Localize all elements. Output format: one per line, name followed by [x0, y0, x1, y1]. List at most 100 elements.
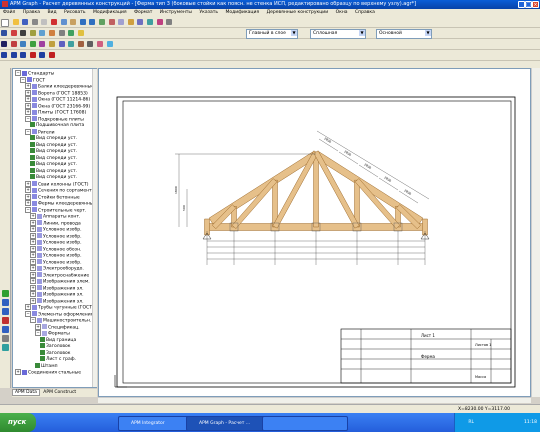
chamfer-icon[interactable]	[106, 41, 113, 47]
undo-icon[interactable]	[79, 19, 86, 25]
move-icon[interactable]	[20, 41, 27, 47]
load-icon[interactable]	[2, 317, 9, 324]
dimension-icon[interactable]	[39, 30, 46, 36]
tree-scrollbar[interactable]	[92, 69, 97, 387]
expand-icon[interactable]: +	[25, 89, 31, 96]
calculate-icon[interactable]	[2, 344, 9, 351]
polyline-icon[interactable]	[10, 52, 17, 58]
zoom-window-icon[interactable]	[118, 19, 125, 25]
collapse-icon[interactable]: −	[25, 128, 31, 135]
copy-icon[interactable]	[60, 19, 67, 25]
expand-icon[interactable]: +	[30, 265, 36, 271]
scale-icon[interactable]	[48, 41, 55, 47]
maximize-button[interactable]: □	[525, 1, 532, 8]
tab-apm-data[interactable]: APM Data	[12, 389, 40, 396]
expand-icon[interactable]: +	[30, 284, 36, 291]
arc-icon[interactable]	[29, 52, 36, 58]
array-icon[interactable]	[58, 41, 65, 47]
tree-item[interactable]: + Соединения стальные	[15, 369, 81, 376]
layer-manager-icon[interactable]	[68, 30, 75, 36]
expand-icon[interactable]: +	[25, 304, 31, 310]
expand-icon[interactable]: +	[30, 271, 36, 278]
expand-icon[interactable]: +	[30, 258, 36, 265]
menu-edit[interactable]: Правка	[23, 10, 40, 15]
section-icon[interactable]	[2, 326, 9, 333]
circle-icon[interactable]	[20, 52, 27, 58]
material-icon[interactable]	[2, 335, 9, 342]
task-apm-integrator[interactable]: APM Integrator	[118, 416, 194, 431]
expand-icon[interactable]: +	[30, 252, 36, 258]
collapse-icon[interactable]: −	[15, 70, 21, 76]
offset-icon[interactable]	[68, 41, 75, 47]
fillet-icon[interactable]	[96, 41, 103, 47]
grid-icon[interactable]	[137, 19, 144, 25]
print-icon[interactable]	[31, 19, 38, 25]
expand-icon[interactable]: +	[30, 245, 36, 252]
menu-modify-2[interactable]: Модификация	[226, 10, 260, 15]
expand-icon[interactable]: +	[25, 193, 31, 200]
node-icon[interactable]	[2, 290, 9, 297]
bold-icon[interactable]	[20, 30, 27, 36]
erase-icon[interactable]	[48, 52, 55, 58]
new-file-icon[interactable]	[1, 19, 9, 27]
tray-lang[interactable]: RL	[468, 420, 474, 425]
drawing-canvas[interactable]: 2830 2830 2830 2830 2830 500 1800 Лист 1 Ферма…	[98, 68, 531, 397]
menu-select[interactable]: Указать	[199, 10, 218, 15]
extend-icon[interactable]	[87, 41, 94, 47]
color-icon[interactable]	[10, 30, 17, 36]
line-icon[interactable]	[1, 52, 7, 58]
expand-icon[interactable]: +	[30, 239, 36, 245]
menu-help[interactable]: Справка	[355, 10, 375, 15]
menu-modify[interactable]: Модификация	[93, 10, 127, 15]
open-folder-icon[interactable]	[12, 19, 19, 25]
layer-combo[interactable]: Главный в слое ▼	[246, 29, 298, 39]
expand-icon[interactable]: +	[25, 187, 31, 193]
menu-view[interactable]: Вид	[47, 10, 56, 15]
start-button[interactable]: пуск	[0, 413, 36, 432]
collapse-icon[interactable]: −	[25, 206, 31, 213]
collapse-icon[interactable]: −	[25, 310, 31, 317]
measure-icon[interactable]	[58, 30, 65, 36]
menu-draw[interactable]: Рисовать	[64, 10, 86, 15]
expand-icon[interactable]: +	[25, 180, 31, 187]
expand-icon[interactable]: +	[30, 226, 36, 232]
minimize-button[interactable]: _	[518, 1, 525, 8]
collapse-icon[interactable]: −	[20, 76, 26, 83]
ortho-icon[interactable]	[156, 19, 163, 25]
trim-icon[interactable]	[77, 41, 84, 47]
expand-icon[interactable]: +	[25, 102, 31, 109]
menu-file[interactable]: Файл	[3, 10, 15, 15]
lightbulb-icon[interactable]	[77, 30, 84, 36]
regen-icon[interactable]	[127, 19, 134, 25]
canvas-horizontal-scrollbar[interactable]	[98, 397, 531, 403]
expand-icon[interactable]: +	[15, 369, 21, 375]
menu-format[interactable]: Формат	[134, 10, 152, 15]
task-apm-graph[interactable]: APM Graph - Расчет ...	[186, 416, 270, 431]
mirror-icon[interactable]	[39, 41, 46, 47]
snap-icon[interactable]	[146, 19, 153, 25]
menu-tools[interactable]: Инструменты	[160, 10, 192, 15]
pan-icon[interactable]	[108, 19, 115, 25]
expand-icon[interactable]: +	[25, 109, 31, 115]
expand-icon[interactable]: +	[25, 200, 31, 206]
rectangle-icon[interactable]	[39, 52, 46, 58]
expand-icon[interactable]: +	[30, 297, 36, 304]
close-button[interactable]: ×	[532, 1, 539, 8]
canvas-vertical-scrollbar[interactable]	[531, 68, 540, 397]
collapse-icon[interactable]: −	[35, 330, 41, 336]
save-icon[interactable]	[22, 19, 29, 25]
draw-line-icon[interactable]	[1, 30, 7, 36]
text-icon[interactable]	[29, 30, 36, 36]
support-icon[interactable]	[2, 308, 9, 315]
expand-icon[interactable]: +	[30, 278, 36, 284]
task-blank[interactable]	[262, 416, 348, 431]
zoom-icon[interactable]	[98, 19, 105, 25]
collapse-icon[interactable]: −	[30, 317, 36, 323]
rotate-icon[interactable]	[29, 41, 36, 47]
expand-icon[interactable]: +	[25, 96, 31, 102]
layers-icon[interactable]	[166, 19, 173, 25]
cut-icon[interactable]	[50, 19, 57, 25]
tab-apm-construct[interactable]: APM Construct	[41, 390, 78, 395]
menu-wood-structures[interactable]: Деревянные конструкции	[267, 10, 329, 15]
expand-icon[interactable]: +	[25, 83, 31, 89]
